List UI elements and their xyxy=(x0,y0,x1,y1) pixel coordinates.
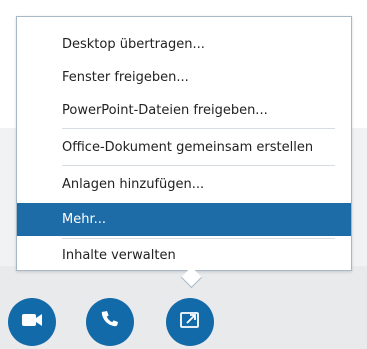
menu-item-desktop-uebertragen[interactable]: Desktop übertragen... xyxy=(17,28,351,61)
menu-item-fenster-freigeben[interactable]: Fenster freigeben... xyxy=(17,61,351,94)
menu-item-inhalte-verwalten[interactable]: Inhalte verwalten xyxy=(17,239,351,272)
menu-separator xyxy=(62,128,335,129)
menu-item-label: Anlagen hinzufügen... xyxy=(62,177,205,192)
menu-item-office-dokument[interactable]: Office-Dokument gemeinsam erstellen xyxy=(17,131,351,164)
menu-item-anlagen-hinzufuegen[interactable]: Anlagen hinzufügen... xyxy=(17,168,351,201)
menu-item-label: Desktop übertragen... xyxy=(62,37,205,52)
video-camera-icon xyxy=(20,308,44,336)
menu-item-powerpoint-freigeben[interactable]: PowerPoint-Dateien freigeben... xyxy=(17,94,351,127)
menu-item-label: Office-Dokument gemeinsam erstellen xyxy=(62,140,314,155)
call-button[interactable] xyxy=(86,298,134,346)
share-content-menu: Desktop übertragen... Fenster freigeben.… xyxy=(16,16,352,271)
menu-item-label: Mehr... xyxy=(62,212,107,227)
menu-item-label: Fenster freigeben... xyxy=(62,70,189,85)
menu-item-label: Inhalte verwalten xyxy=(62,248,176,263)
phone-icon xyxy=(98,308,122,336)
share-screen-button[interactable] xyxy=(166,298,214,346)
video-button[interactable] xyxy=(8,298,56,346)
menu-item-mehr[interactable]: Mehr... xyxy=(17,203,351,236)
menu-item-label: PowerPoint-Dateien freigeben... xyxy=(62,103,268,118)
share-screen-icon xyxy=(178,308,202,336)
menu-separator xyxy=(62,165,335,166)
